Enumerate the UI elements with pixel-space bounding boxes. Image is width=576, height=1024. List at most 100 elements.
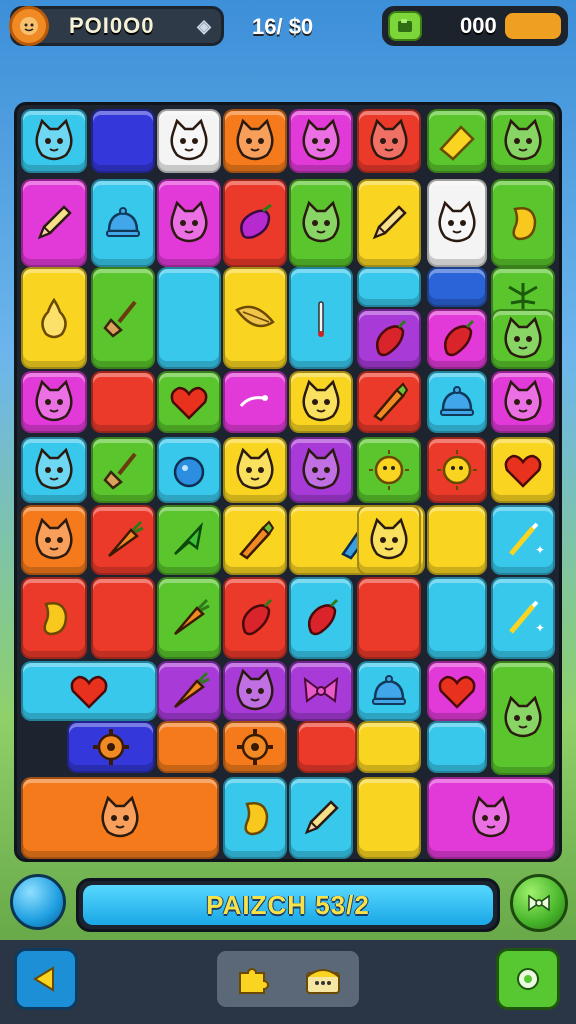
tile[interactable]: [223, 577, 287, 659]
tile[interactable]: [223, 661, 287, 721]
tile[interactable]: [289, 437, 353, 503]
cat-face-icon: [497, 692, 549, 744]
bell-icon: [431, 376, 483, 428]
tile[interactable]: [157, 267, 221, 369]
cat-face-icon: [28, 444, 80, 496]
tile[interactable]: [357, 721, 421, 773]
tile[interactable]: [223, 777, 287, 859]
tile[interactable]: [491, 437, 555, 503]
tile[interactable]: [289, 179, 353, 267]
tile[interactable]: [157, 179, 221, 267]
tile[interactable]: [357, 309, 421, 369]
tile[interactable]: [21, 371, 87, 433]
tile[interactable]: ✦: [491, 577, 555, 659]
cat-face-icon: [497, 313, 549, 365]
tile[interactable]: [357, 777, 421, 859]
tile[interactable]: [21, 109, 87, 173]
tile[interactable]: [91, 371, 155, 433]
tile[interactable]: [289, 267, 353, 369]
tile[interactable]: [427, 505, 487, 575]
tile[interactable]: [427, 109, 487, 173]
crayon-icon: [363, 376, 415, 428]
coin-panel[interactable]: 000: [382, 6, 568, 46]
carrot-icon: [163, 665, 215, 717]
tile[interactable]: [157, 661, 221, 721]
tile[interactable]: [21, 437, 87, 503]
tile[interactable]: [357, 577, 421, 659]
bow-icon-button[interactable]: [510, 874, 568, 932]
cat-face-icon: [497, 376, 549, 428]
tile[interactable]: [223, 267, 287, 369]
tile[interactable]: [157, 721, 219, 773]
cheese-icon: [431, 115, 483, 167]
back-button[interactable]: [14, 948, 78, 1010]
tile[interactable]: [357, 179, 421, 267]
tile[interactable]: [357, 437, 421, 503]
player-panel[interactable]: POI0O0 ◈: [9, 6, 224, 46]
tile[interactable]: [427, 777, 555, 859]
tile[interactable]: [289, 577, 353, 659]
power-orb[interactable]: [10, 874, 66, 930]
corn-icon: [229, 292, 281, 344]
tile[interactable]: [427, 721, 487, 773]
tile[interactable]: [223, 505, 287, 575]
tile[interactable]: [157, 371, 221, 433]
tile[interactable]: [289, 777, 353, 859]
tile[interactable]: [91, 505, 155, 575]
tile[interactable]: [357, 109, 421, 173]
tile[interactable]: [491, 371, 555, 433]
treasure-chest-icon: [305, 969, 340, 994]
tile[interactable]: [357, 661, 421, 721]
cat-face-icon: [28, 115, 80, 167]
tile[interactable]: [289, 661, 353, 721]
tile[interactable]: [427, 437, 487, 503]
tile[interactable]: [21, 267, 87, 369]
tile[interactable]: [491, 179, 555, 267]
tile[interactable]: ✦: [491, 505, 555, 575]
tile[interactable]: [357, 267, 421, 307]
tile[interactable]: [491, 309, 555, 369]
status-bar: PAIZCH 53/2: [76, 878, 500, 932]
tile[interactable]: [427, 267, 487, 307]
boosters-panel[interactable]: [214, 948, 362, 1010]
tile[interactable]: [289, 109, 353, 173]
tile[interactable]: [91, 437, 155, 503]
tile[interactable]: [223, 371, 287, 433]
tile[interactable]: [223, 437, 287, 503]
status-text: PAIZCH 53/2: [206, 889, 370, 920]
tile[interactable]: [357, 505, 421, 575]
tile[interactable]: [91, 577, 155, 659]
tile[interactable]: [427, 371, 487, 433]
gear-icon: [229, 721, 281, 773]
tile[interactable]: [427, 309, 487, 369]
tile[interactable]: [427, 179, 487, 267]
tile[interactable]: [223, 109, 287, 173]
tile[interactable]: [157, 109, 221, 173]
tile[interactable]: [21, 577, 87, 659]
tile[interactable]: [67, 721, 155, 773]
tile[interactable]: [157, 437, 221, 503]
tile[interactable]: [91, 179, 155, 267]
tile[interactable]: [223, 179, 287, 267]
avatar[interactable]: [9, 6, 49, 46]
tile[interactable]: [21, 661, 157, 721]
tile[interactable]: [491, 661, 555, 775]
tile[interactable]: [223, 721, 287, 773]
arrow-icon: [163, 514, 215, 566]
tile[interactable]: [157, 505, 221, 575]
tile[interactable]: [21, 777, 219, 859]
tile[interactable]: [297, 721, 357, 773]
tile[interactable]: [157, 577, 221, 659]
tile[interactable]: [91, 109, 155, 173]
tile[interactable]: [427, 577, 487, 659]
tile[interactable]: [491, 109, 555, 173]
bell-icon: [97, 197, 149, 249]
tile[interactable]: [21, 505, 87, 575]
tile[interactable]: [91, 267, 155, 369]
tile[interactable]: [427, 661, 487, 721]
settings-button[interactable]: [496, 948, 560, 1010]
tile[interactable]: [289, 371, 353, 433]
tile[interactable]: [357, 371, 421, 433]
heart-icon: [431, 665, 483, 717]
tile[interactable]: [21, 179, 87, 267]
